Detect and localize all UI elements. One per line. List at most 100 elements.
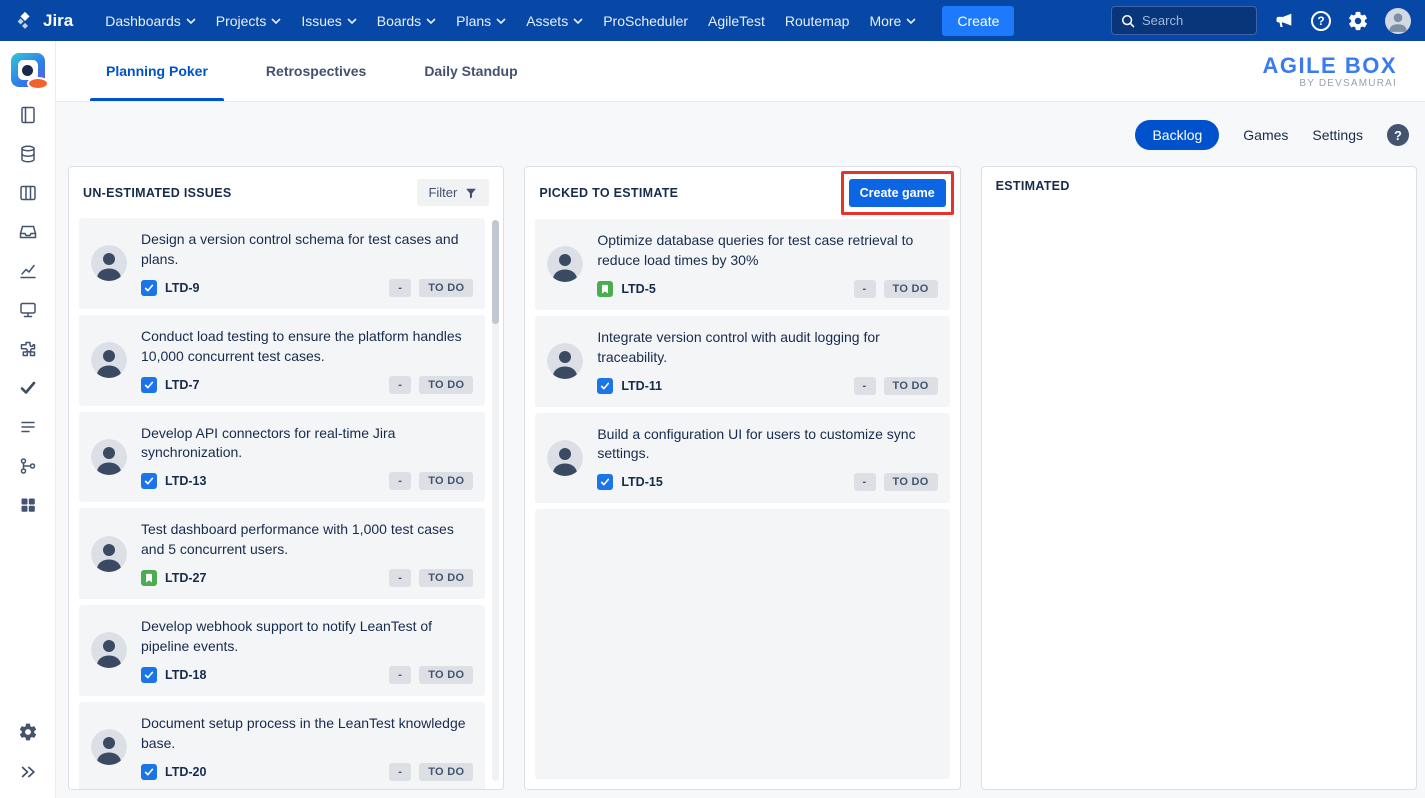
sidebar-board-icon[interactable]	[12, 181, 44, 205]
filter-button[interactable]: Filter	[417, 179, 489, 206]
nav-item-routemap[interactable]: Routemap	[775, 6, 860, 36]
view-nav-backlog[interactable]: Backlog	[1135, 120, 1219, 150]
issue-type-icon	[597, 281, 613, 297]
issue-type-icon	[597, 474, 613, 490]
estimate-badge: -	[854, 280, 876, 298]
jira-logo-icon	[14, 10, 36, 32]
issue-summary: Conduct load testing to ensure the platf…	[141, 327, 473, 367]
scrollbar-track[interactable]	[492, 220, 499, 781]
settings-button[interactable]	[1347, 10, 1369, 32]
issue-card[interactable]: Build a configuration UI for users to cu…	[535, 413, 949, 504]
assignee-avatar	[547, 440, 583, 476]
create-game-button[interactable]: Create game	[849, 179, 946, 207]
picked-list: Optimize database queries for test case …	[525, 217, 959, 789]
issue-card[interactable]: Test dashboard performance with 1,000 te…	[79, 508, 485, 599]
panel-estimated-header: ESTIMATED	[982, 167, 1416, 203]
agile-box-title: AGILE BOX	[1262, 53, 1397, 79]
issue-key: LTD-11	[621, 379, 662, 393]
view-nav-games[interactable]: Games	[1243, 127, 1288, 143]
create-button[interactable]: Create	[942, 6, 1014, 36]
nav-item-plans[interactable]: Plans	[446, 6, 516, 36]
issue-type-icon	[141, 764, 157, 780]
issue-type-icon	[597, 378, 613, 394]
estimated-list	[982, 203, 1416, 789]
filter-funnel-icon	[464, 186, 478, 200]
assignee-avatar	[547, 343, 583, 379]
estimate-badge: -	[389, 666, 411, 684]
feedback-megaphone-button[interactable]	[1273, 10, 1295, 32]
nav-item-proscheduler[interactable]: ProScheduler	[593, 6, 698, 36]
sidebar-database-icon[interactable]	[12, 142, 44, 166]
sidebar-check-icon[interactable]	[12, 376, 44, 400]
nav-item-agiletest[interactable]: AgileTest	[698, 6, 775, 36]
view-nav-settings[interactable]: Settings	[1312, 127, 1363, 143]
sidebar-expand-icon[interactable]	[12, 760, 44, 784]
nav-item-issues[interactable]: Issues	[291, 6, 366, 36]
nav-item-boards[interactable]: Boards	[367, 6, 446, 36]
nav-item-assets[interactable]: Assets	[516, 6, 593, 36]
issue-type-icon	[141, 377, 157, 393]
panel-unestimated: UN-ESTIMATED ISSUES Filter Design a vers…	[68, 166, 504, 790]
sidebar-backlog-icon[interactable]	[12, 415, 44, 439]
issue-type-icon	[141, 473, 157, 489]
search-input[interactable]	[1142, 13, 1247, 28]
nav-item-dashboards[interactable]: Dashboards	[95, 6, 206, 36]
assignee-avatar	[91, 536, 127, 572]
person-icon	[1385, 8, 1411, 34]
search-box[interactable]	[1111, 6, 1257, 35]
sidebar-pages-icon[interactable]	[12, 103, 44, 127]
issue-card[interactable]: Document setup process in the LeanTest k…	[79, 702, 485, 789]
sidebar-puzzle-icon[interactable]	[12, 337, 44, 361]
issue-summary: Build a configuration UI for users to cu…	[597, 425, 937, 465]
drop-area[interactable]	[535, 509, 949, 779]
issue-card[interactable]: Develop webhook support to notify LeanTe…	[79, 605, 485, 696]
issue-key: LTD-27	[165, 571, 206, 585]
tab-daily-standup[interactable]: Daily Standup	[408, 41, 533, 101]
sidebar-settings-gear-icon[interactable]	[12, 720, 44, 744]
estimate-badge: -	[389, 472, 411, 490]
issue-card[interactable]: Integrate version control with audit log…	[535, 316, 949, 407]
help-button[interactable]	[1311, 11, 1331, 31]
issue-card[interactable]: Conduct load testing to ensure the platf…	[79, 315, 485, 406]
status-badge: TO DO	[419, 376, 473, 394]
sidebar-grid-icon[interactable]	[12, 493, 44, 517]
tab-planning-poker[interactable]: Planning Poker	[90, 41, 224, 101]
issue-key: LTD-15	[621, 475, 662, 489]
tab-retrospectives[interactable]: Retrospectives	[250, 41, 382, 101]
panel-estimated: ESTIMATED	[981, 166, 1417, 790]
issue-summary: Test dashboard performance with 1,000 te…	[141, 520, 473, 560]
sidebar-monitor-icon[interactable]	[12, 298, 44, 322]
sidebar-tree-icon[interactable]	[12, 454, 44, 478]
help-circle-icon[interactable]	[1387, 124, 1409, 146]
issue-summary: Develop webhook support to notify LeanTe…	[141, 617, 473, 657]
status-badge: TO DO	[419, 569, 473, 587]
estimate-badge: -	[389, 569, 411, 587]
question-mark-icon	[1311, 11, 1331, 31]
assignee-avatar	[91, 342, 127, 378]
megaphone-icon	[1273, 10, 1295, 32]
panel-picked-header: PICKED TO ESTIMATE Create game	[525, 167, 959, 217]
issue-card[interactable]: Design a version control schema for test…	[79, 218, 485, 309]
nav-item-more[interactable]: More	[859, 6, 926, 36]
issue-card[interactable]: Develop API connectors for real-time Jir…	[79, 412, 485, 503]
left-sidebar	[0, 41, 56, 798]
nav-item-projects[interactable]: Projects	[206, 6, 292, 36]
issue-summary: Design a version control schema for test…	[141, 230, 473, 270]
top-nav: Jira Dashboards Projects Issues Boards P…	[0, 0, 1425, 41]
estimate-badge: -	[854, 377, 876, 395]
issue-summary: Integrate version control with audit log…	[597, 328, 937, 368]
agile-box-app-icon[interactable]	[11, 53, 45, 87]
agile-box-logo: AGILE BOX BY DEVSAMURAI	[1262, 41, 1397, 101]
sidebar-tray-icon[interactable]	[12, 220, 44, 244]
unestimated-list: Design a version control schema for test…	[69, 216, 503, 789]
user-avatar[interactable]	[1385, 8, 1411, 34]
status-badge: TO DO	[419, 279, 473, 297]
sidebar-chart-icon[interactable]	[12, 259, 44, 283]
panel-title: ESTIMATED	[996, 179, 1070, 193]
sidebar-icons	[12, 103, 44, 517]
nav-right	[1111, 6, 1411, 35]
scrollbar-thumb[interactable]	[492, 220, 499, 324]
issue-card[interactable]: Optimize database queries for test case …	[535, 219, 949, 310]
jira-logo[interactable]: Jira	[14, 10, 73, 32]
module-header: Planning Poker Retrospectives Daily Stan…	[56, 41, 1425, 102]
